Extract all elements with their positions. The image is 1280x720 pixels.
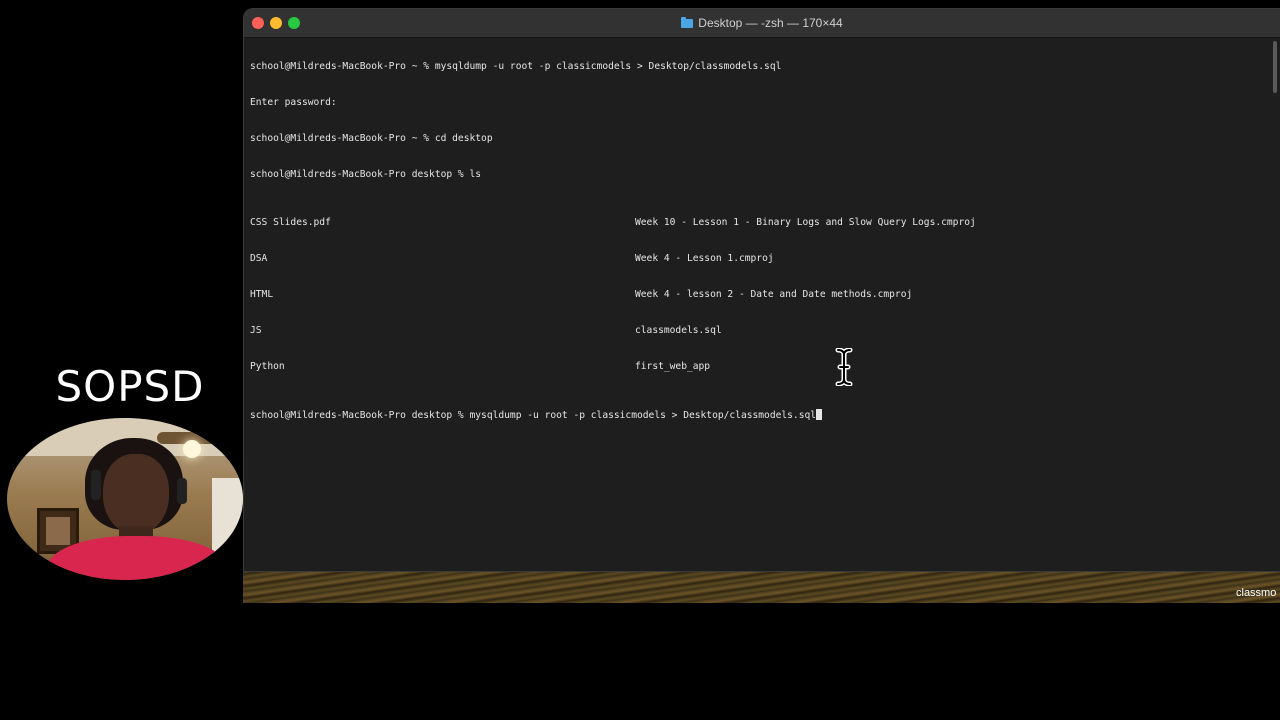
terminal-line: school@Mildreds-MacBook-Pro ~ % cd deskt… [250,133,493,144]
terminal-window[interactable]: Desktop — -zsh — 170×44 school@Mildreds-… [244,9,1280,571]
text-cursor [816,409,823,420]
ls-entry: Week 10 - Lesson 1 - Binary Logs and Slo… [635,217,976,228]
window-title-text: Desktop — -zsh — 170×44 [698,16,843,30]
ls-row: JS classmodels.sql [250,325,1274,337]
brand-logo-text: SOPSD [55,362,205,411]
ls-entry: JS [250,325,262,336]
ls-entry: Python [250,361,285,372]
ibeam-cursor-icon [835,348,853,386]
ls-entry: CSS Slides.pdf [250,217,331,228]
ls-row: CSS Slides.pdf Week 10 - Lesson 1 - Binar… [250,217,1274,229]
current-command[interactable]: school@Mildreds-MacBook-Pro desktop % my… [250,410,816,421]
headset-icon [91,470,101,500]
terminal-line: school@Mildreds-MacBook-Pro ~ % mysqldum… [250,61,782,72]
presenter-webcam [7,418,243,580]
ls-entry: Week 4 - Lesson 1.cmproj [635,253,774,264]
ls-entry: HTML [250,289,274,300]
terminal-line: school@Mildreds-MacBook-Pro desktop % ls [250,169,482,180]
ls-entry: classmodels.sql [635,325,722,336]
desktop-file-label[interactable]: classmo [1236,587,1276,599]
ceiling-light [183,440,201,458]
terminal-output[interactable]: school@Mildreds-MacBook-Pro ~ % mysqldum… [250,37,1274,571]
ls-entry: Week 4 - lesson 2 - Date and Date method… [635,289,913,300]
microphone-icon [177,478,187,504]
terminal-scrollbar[interactable] [1273,41,1277,93]
ls-row: Python first_web_app [250,361,1274,373]
ls-entry: DSA [250,253,268,264]
folder-icon [681,17,694,28]
ls-row: DSA Week 4 - Lesson 1.cmproj [250,253,1274,265]
desktop-wallpaper [243,568,1280,603]
presenter-face [103,454,169,534]
terminal-line: Enter password: [250,97,337,108]
ls-entry: first_web_app [635,361,711,372]
terminal-titlebar[interactable]: Desktop — -zsh — 170×44 [244,9,1280,38]
window-title: Desktop — -zsh — 170×44 [244,16,1280,30]
terminal-current-line[interactable]: school@Mildreds-MacBook-Pro desktop % my… [250,409,1274,421]
ls-row: HTML Week 4 - lesson 2 - Date and Date me… [250,289,1274,301]
